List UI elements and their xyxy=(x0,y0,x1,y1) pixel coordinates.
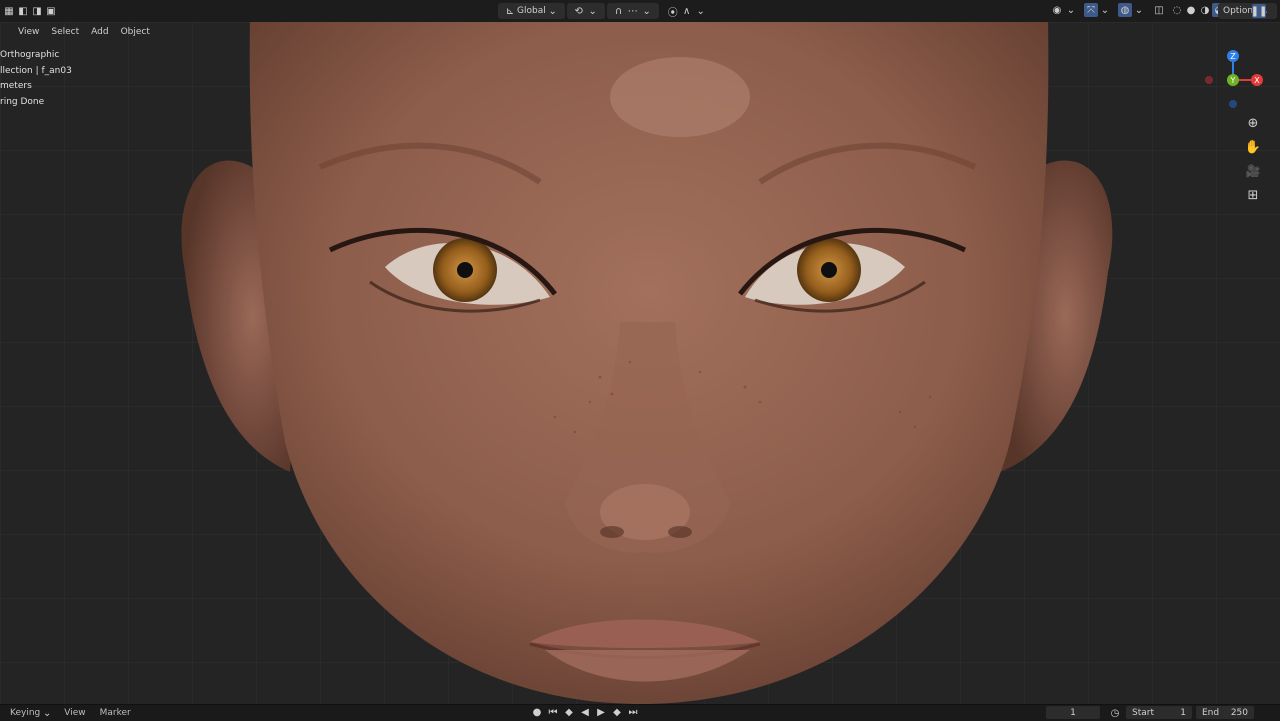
start-frame-field[interactable]: Start 1 xyxy=(1126,706,1192,719)
gizmo-toggle-icon[interactable]: ⤧ xyxy=(1084,3,1098,17)
viewport-menu: View Select Add Object xyxy=(0,25,156,39)
chevron-down-icon: ⌄ xyxy=(642,5,651,17)
camera-view-button[interactable]: 🎥 xyxy=(1243,161,1263,181)
playback-controls: ● ⏮ ◆ ◀ ▶ ◆ ⏭ xyxy=(530,705,640,719)
end-label: End xyxy=(1202,707,1220,718)
view-projection-text: Orthographic xyxy=(0,50,60,60)
timeline-view-menu[interactable]: View xyxy=(64,708,85,718)
navigation-gizmo[interactable]: Z Y X xyxy=(1195,42,1275,122)
magnet-icon: ∩ xyxy=(615,5,623,17)
chevron-down-icon: ⌄ xyxy=(696,5,705,17)
chevron-down-icon: ⌄ xyxy=(588,5,597,17)
start-label: Start xyxy=(1132,707,1154,718)
collection-text: llection | f_an03 xyxy=(0,65,72,76)
ortho-toggle-button[interactable]: ⊞ xyxy=(1243,185,1263,205)
chevron-down-icon[interactable]: ⌄ xyxy=(1064,3,1078,17)
solid-shading-icon[interactable]: ● xyxy=(1184,3,1198,17)
keying-menu[interactable]: Keying xyxy=(10,708,40,718)
magnifier-icon: ⊕ xyxy=(1247,115,1259,131)
y-axis-label: Y xyxy=(1230,76,1236,85)
jump-start-icon[interactable]: ⏮ xyxy=(546,705,560,719)
chevron-down-icon[interactable]: ⌄ xyxy=(40,706,54,720)
viewport-header: ▦ ◧ ◨ ▣ ⊾ Global ⌄ ⟲ ⌄ ∩ ⋯ ⌄ ⦿ ∧ ⌄ ◉ ⌄ ⤧… xyxy=(0,0,1280,23)
pan-button[interactable]: ✋ xyxy=(1243,137,1263,157)
chevron-down-icon: ⌄ xyxy=(548,5,557,17)
select-subtract-icon[interactable]: ◨ xyxy=(30,4,44,18)
menu-select[interactable]: Select xyxy=(45,25,85,39)
current-frame-field[interactable]: 1 xyxy=(1046,706,1100,719)
play-icon[interactable]: ▶ xyxy=(594,705,608,719)
pivot-icon: ⟲ xyxy=(574,5,583,17)
camera-icon: 🎥 xyxy=(1245,164,1261,178)
select-intersect-icon[interactable]: ▣ xyxy=(44,4,58,18)
prev-keyframe-icon[interactable]: ◆ xyxy=(562,705,576,719)
jump-end-icon[interactable]: ⏭ xyxy=(626,705,640,719)
select-extend-icon[interactable]: ◧ xyxy=(16,4,30,18)
end-frame-field[interactable]: End 250 xyxy=(1196,706,1254,719)
overlays-icon[interactable]: ◍ xyxy=(1118,3,1132,17)
render-status-text: ring Done xyxy=(0,96,45,107)
transform-orientation-label: Global xyxy=(517,6,546,16)
play-reverse-icon[interactable]: ◀ xyxy=(578,705,592,719)
zoom-button[interactable]: ⊕ xyxy=(1243,113,1263,133)
clock-icon[interactable]: ◷ xyxy=(1108,706,1122,720)
units-text: meters xyxy=(0,81,32,91)
chevron-down-icon[interactable]: ⌄ xyxy=(1098,3,1112,17)
proportional-edit-icon: ⦿ xyxy=(667,7,678,19)
falloff-icon: ∧ xyxy=(683,5,691,17)
snap-dropdown[interactable]: ∩ ⋯ ⌄ xyxy=(606,3,659,19)
select-box-icon[interactable]: ▦ xyxy=(2,4,16,18)
wireframe-shading-icon[interactable]: ◌ xyxy=(1170,3,1184,17)
current-frame-value: 1 xyxy=(1070,707,1076,718)
z-axis-label: Z xyxy=(1230,52,1236,61)
viewport-info-overlay: Orthographic llection | f_an03 meters ri… xyxy=(0,48,72,110)
next-keyframe-icon[interactable]: ◆ xyxy=(610,705,624,719)
chevron-down-icon[interactable]: ⌄ xyxy=(1132,3,1146,17)
proportional-edit-toggle[interactable]: ⦿ ∧ ⌄ xyxy=(661,3,713,19)
menu-add[interactable]: Add xyxy=(85,25,114,39)
hand-icon: ✋ xyxy=(1244,139,1262,155)
xray-icon[interactable]: ◫ xyxy=(1152,3,1166,17)
menu-view[interactable]: View xyxy=(12,25,45,39)
x-axis-label: X xyxy=(1254,76,1260,85)
record-icon[interactable]: ● xyxy=(530,705,544,719)
grid-icon: ⊞ xyxy=(1247,187,1259,203)
3d-viewport[interactable]: Z Y X ⊕ ✋ 🎥 ⊞ xyxy=(0,22,1280,704)
start-value: 1 xyxy=(1180,707,1186,718)
pause-icon[interactable]: ❚❚ xyxy=(1251,4,1267,18)
snap-increment-icon: ⋯ xyxy=(627,5,638,17)
pivot-point-dropdown[interactable]: ⟲ ⌄ xyxy=(566,3,605,19)
options-dropdown[interactable]: Options ⌄ xyxy=(1218,3,1277,19)
transform-orientation-dropdown[interactable]: ⊾ Global ⌄ xyxy=(498,3,565,19)
face-render xyxy=(0,22,1280,704)
menu-object[interactable]: Object xyxy=(115,25,156,39)
end-value: 250 xyxy=(1230,707,1248,718)
material-shading-icon[interactable]: ◑ xyxy=(1198,3,1212,17)
orientation-icon: ⊾ xyxy=(505,5,515,17)
visibility-icon[interactable]: ◉ xyxy=(1050,3,1064,17)
marker-menu[interactable]: Marker xyxy=(100,708,131,718)
